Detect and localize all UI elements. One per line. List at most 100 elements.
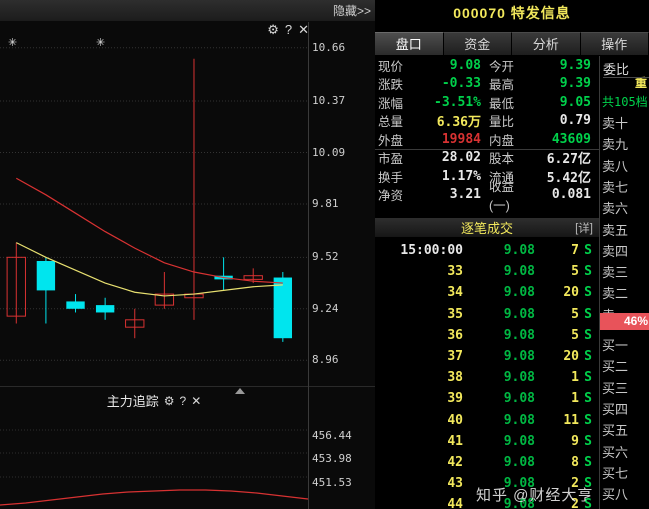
tick-time: 39 (375, 391, 469, 406)
quote-value: 28.02 (417, 150, 485, 165)
tick-time: 34 (375, 285, 469, 300)
tick-direction: S (579, 307, 597, 322)
sell-level[interactable]: 卖二 (602, 283, 628, 302)
ratio-label: 委比 (603, 59, 629, 78)
tick-row[interactable]: 359.085S (375, 304, 599, 325)
quote-row: 涨幅-3.51%最低9.05 (375, 93, 599, 112)
tick-volume: 20 (535, 349, 579, 364)
buy-level[interactable]: 买六 (602, 442, 628, 461)
buy-level[interactable]: 买三 (602, 378, 628, 397)
price-tick-label: 10.37 (312, 94, 345, 107)
tick-row[interactable]: 349.0820S (375, 282, 599, 303)
help-icon[interactable]: ? (285, 23, 292, 36)
buy-level[interactable]: 买九 (602, 505, 628, 509)
buy-level[interactable]: 买七 (602, 463, 628, 482)
quote-row: 市盈28.02股本6.27亿 (375, 149, 599, 168)
quote-row: 现价9.08今开9.39 (375, 56, 599, 75)
tick-volume: 5 (535, 264, 579, 279)
tick-time: 33 (375, 264, 469, 279)
tick-volume: 1 (535, 391, 579, 406)
price-tick-label: 10.09 (312, 146, 345, 159)
tick-row[interactable]: 369.085S (375, 325, 599, 346)
order-book-divider (603, 77, 649, 78)
buy-level[interactable]: 买四 (602, 399, 628, 418)
quote-label-2: 量比 (485, 111, 531, 130)
tick-time: 41 (375, 434, 469, 449)
tick-row[interactable]: 339.085S (375, 261, 599, 282)
tick-volume: 5 (535, 328, 579, 343)
tick-volume: 2 (535, 476, 579, 491)
sell-level[interactable]: 卖八 (602, 156, 628, 175)
tick-direction: S (579, 285, 597, 300)
sell-level[interactable]: 卖五 (602, 220, 628, 239)
quote-label-2: 收益(一) (485, 176, 531, 214)
tick-direction: S (579, 455, 597, 470)
tick-row[interactable]: 439.082S (375, 473, 599, 494)
tick-price: 9.08 (469, 349, 535, 364)
sell-level[interactable]: 卖六 (602, 198, 628, 217)
sub-tick-label: 456.44 (312, 429, 352, 442)
hide-panel-button[interactable]: 隐藏>> (333, 2, 371, 19)
tick-list[interactable]: 15:00:009.087S339.085S349.0820S359.085S3… (375, 240, 599, 509)
sub-gear-icon[interactable]: ⚙ (164, 394, 175, 408)
tick-time: 37 (375, 349, 469, 364)
sell-level[interactable]: 卖三 (602, 262, 628, 281)
security-name: 特发信息 (511, 5, 571, 21)
order-book-column[interactable]: 委比 重 共105档 卖十卖九卖八卖七卖六卖五卖四卖三卖二卖一买一买二买三买四买… (599, 56, 649, 509)
tick-time: 35 (375, 307, 469, 322)
tick-header: 逐笔成交 [详] (375, 218, 599, 237)
buy-level[interactable]: 买二 (602, 356, 628, 375)
quote-label-2: 内盘 (485, 130, 531, 149)
main-force-title: 主力追踪 (107, 391, 159, 410)
quote-label: 现价 (375, 56, 417, 75)
tick-time: 36 (375, 328, 469, 343)
tick-detail-link[interactable]: [详] (575, 220, 593, 236)
tick-row[interactable]: 449.082S (375, 494, 599, 509)
tick-direction: S (579, 349, 597, 364)
tick-price: 9.08 (469, 434, 535, 449)
quote-value: 1.17% (417, 169, 485, 184)
tick-time: 42 (375, 455, 469, 470)
tick-row[interactable]: 409.0811S (375, 410, 599, 431)
tick-time: 40 (375, 413, 469, 428)
ratio-percent-bar: 46% (600, 313, 649, 330)
tick-row[interactable]: 15:00:009.087S (375, 240, 599, 261)
tab-0[interactable]: 盘口 (375, 32, 444, 55)
quote-value: 3.21 (417, 187, 485, 202)
sell-level[interactable]: 卖四 (602, 241, 628, 260)
buy-level[interactable]: 买五 (602, 420, 628, 439)
sell-level[interactable]: 卖七 (602, 177, 628, 196)
close-icon[interactable]: ✕ (298, 23, 309, 36)
tick-row[interactable]: 419.089S (375, 431, 599, 452)
tab-3[interactable]: 操作 (581, 32, 649, 55)
tick-price: 9.08 (469, 370, 535, 385)
sub-help-icon[interactable]: ? (180, 394, 187, 408)
sell-level[interactable]: 卖九 (602, 134, 628, 153)
tick-time: 44 (375, 497, 469, 509)
tick-time: 38 (375, 370, 469, 385)
quote-row: 涨跌-0.33最高9.39 (375, 75, 599, 94)
main-force-panel[interactable]: 主力追踪 ⚙ ? ✕ (0, 386, 375, 509)
quote-value-2: 9.05 (531, 95, 595, 110)
tick-price: 9.08 (469, 328, 535, 343)
quote-value: -0.33 (417, 76, 485, 91)
tick-row[interactable]: 429.088S (375, 452, 599, 473)
tick-price: 9.08 (469, 264, 535, 279)
star-marker-1: ✳ (8, 36, 17, 49)
tick-row[interactable]: 389.081S (375, 367, 599, 388)
tab-2[interactable]: 分析 (512, 32, 581, 55)
quote-label-2: 最低 (485, 93, 531, 112)
tick-row[interactable]: 379.0820S (375, 346, 599, 367)
gear-icon[interactable]: ⚙ (267, 23, 279, 36)
quote-value-2: 5.42亿 (531, 167, 595, 186)
sub-tick-label: 451.53 (312, 476, 352, 489)
sub-close-icon[interactable]: ✕ (191, 394, 201, 408)
sell-level[interactable]: 卖十 (602, 113, 628, 132)
price-tick-label: 10.66 (312, 41, 345, 54)
tick-row[interactable]: 399.081S (375, 388, 599, 409)
tick-direction: S (579, 497, 597, 509)
buy-level[interactable]: 买八 (602, 484, 628, 503)
buy-level[interactable]: 买一 (602, 335, 628, 354)
tab-1[interactable]: 资金 (444, 32, 513, 55)
tick-price: 9.08 (469, 455, 535, 470)
